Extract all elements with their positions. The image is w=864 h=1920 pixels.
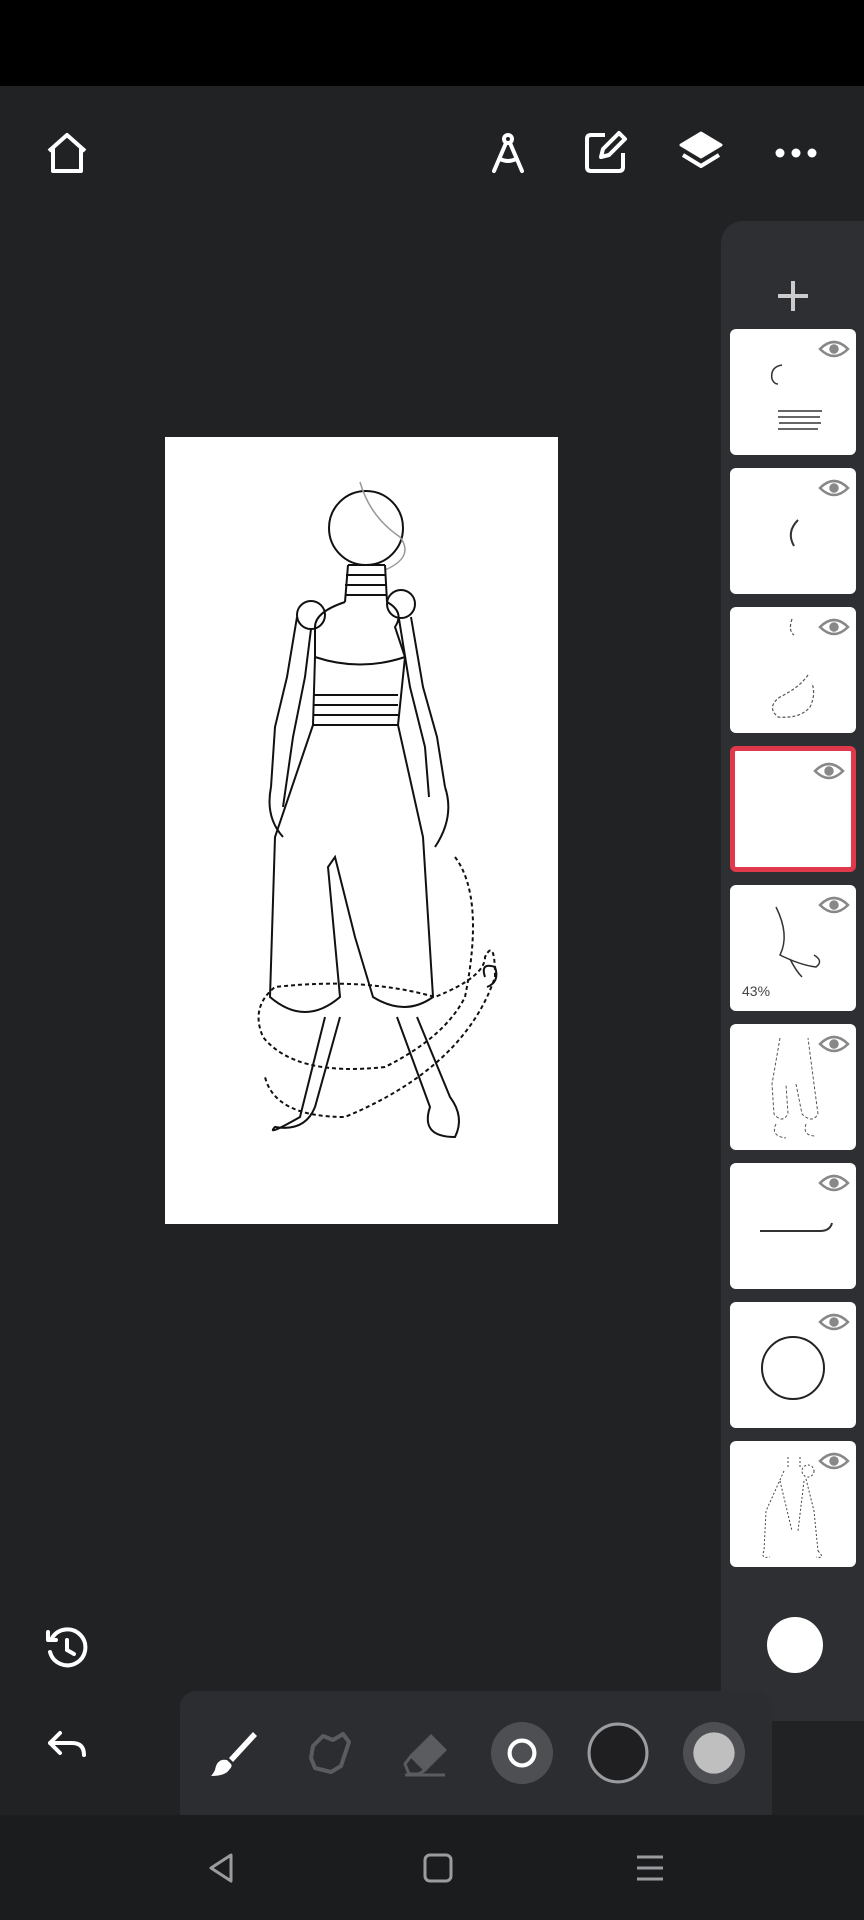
eye-icon[interactable] [818, 478, 850, 498]
drawing-canvas[interactable] [165, 437, 558, 1224]
brush-color-button[interactable] [578, 1713, 658, 1793]
status-bar [0, 0, 864, 86]
brush-opacity-button[interactable] [674, 1713, 754, 1793]
ruler-compass-icon [492, 133, 524, 173]
eye-icon[interactable] [813, 761, 845, 781]
more-button[interactable] [756, 113, 836, 193]
layer-thumbnail[interactable] [730, 1441, 856, 1567]
nav-recents-button[interactable] [610, 1835, 690, 1901]
layer-thumbnail-selected[interactable] [730, 746, 856, 872]
plus-icon [777, 281, 808, 311]
home-icon [47, 133, 87, 173]
history-button[interactable] [27, 1609, 107, 1689]
brush-size-button[interactable] [482, 1713, 562, 1793]
brush-tool[interactable] [194, 1713, 274, 1793]
eye-icon[interactable] [818, 1451, 850, 1471]
layer-thumbnail[interactable] [730, 1024, 856, 1150]
layers-icon [679, 131, 723, 168]
eye-icon[interactable] [818, 617, 850, 637]
undo-icon [48, 1731, 86, 1757]
character-sketch [257, 481, 498, 1139]
more-icon [775, 148, 817, 158]
layer-thumbnail[interactable] [730, 607, 856, 733]
back-icon [209, 1853, 233, 1883]
smudge-tool[interactable] [290, 1713, 370, 1793]
recents-icon [637, 1855, 663, 1881]
edit-canvas-button[interactable] [565, 113, 645, 193]
brush-icon [211, 1732, 257, 1776]
undo-button[interactable] [27, 1706, 107, 1786]
add-layer-button[interactable] [721, 251, 864, 341]
edit-canvas-icon [585, 131, 627, 173]
eraser-icon [403, 1734, 447, 1777]
brush-size-icon [491, 1722, 553, 1784]
bottom-toolbar [180, 1691, 772, 1815]
layer-thumbnail[interactable] [730, 1163, 856, 1289]
layer-panel: 43% [721, 221, 864, 1721]
layers-button[interactable] [661, 113, 741, 193]
brush-color-icon [587, 1722, 649, 1784]
nav-home-button[interactable] [398, 1835, 478, 1901]
eraser-tool[interactable] [386, 1713, 466, 1793]
eye-icon[interactable] [818, 1034, 850, 1054]
brush-opacity-icon [683, 1722, 745, 1784]
top-toolbar [0, 86, 864, 220]
ruler-button[interactable] [468, 113, 548, 193]
home-square-icon [423, 1853, 453, 1883]
history-icon [46, 1627, 88, 1668]
eye-icon[interactable] [818, 895, 850, 915]
eye-icon[interactable] [818, 1312, 850, 1332]
home-button[interactable] [27, 113, 107, 193]
current-color-swatch[interactable] [767, 1617, 823, 1673]
system-navigation-bar [0, 1815, 864, 1920]
eye-icon[interactable] [818, 339, 850, 359]
layer-thumbnail[interactable] [730, 1302, 856, 1428]
smudge-icon [309, 1732, 351, 1774]
layer-thumbnail[interactable]: 43% [730, 885, 856, 1011]
nav-back-button[interactable] [182, 1835, 262, 1901]
layer-opacity-label: 43% [742, 983, 771, 999]
layer-thumbnail[interactable] [730, 329, 856, 455]
eye-icon[interactable] [818, 1173, 850, 1193]
layer-thumbnail[interactable] [730, 468, 856, 594]
